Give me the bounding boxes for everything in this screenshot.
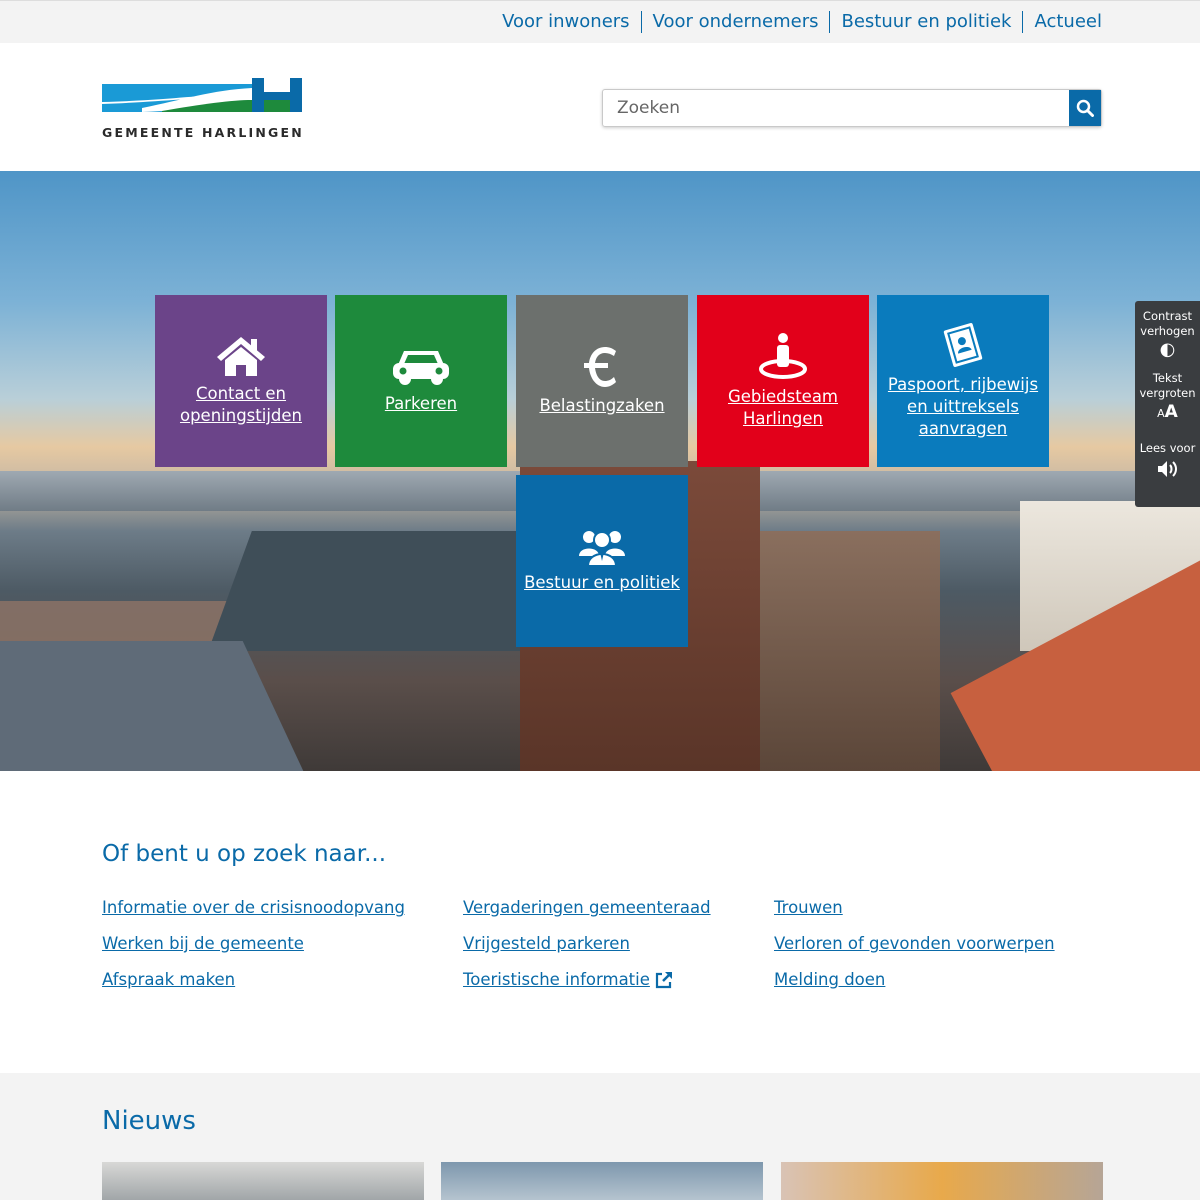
tile-contact-en-openingstijden[interactable]: Contact en openingstijden (155, 295, 327, 467)
home-icon (217, 337, 265, 376)
quick-links-column: Vergaderingen gemeenteraad Vrijgesteld p… (463, 897, 711, 1005)
news-section: Nieuws (0, 1073, 1200, 1200)
logo-text: GEMEENTE HARLINGEN (102, 125, 304, 140)
tile-belastingzaken[interactable]: Belastingzaken (516, 295, 688, 467)
tile-label: Parkeren (384, 394, 458, 413)
search-input[interactable] (603, 90, 1069, 126)
link-vrijgesteld-parkeren[interactable]: Vrijgesteld parkeren (463, 933, 711, 955)
tile-label: Bestuur en politiek (524, 573, 680, 592)
tile-label: Gebiedsteam Harlingen (727, 387, 839, 428)
hero-banner: Contact en openingstijden Parkeren Belas… (0, 171, 1200, 771)
news-card-image[interactable] (102, 1162, 424, 1200)
site-header: GEMEENTE HARLINGEN (0, 43, 1200, 171)
top-navigation: Voor inwoners Voor ondernemers Bestuur e… (491, 11, 1102, 33)
top-bar: Voor inwoners Voor ondernemers Bestuur e… (0, 0, 1200, 43)
news-title: Nieuws (102, 1106, 196, 1136)
link-toeristische-informatie-label: Toeristische informatie (463, 970, 650, 989)
person-location-icon (759, 333, 807, 379)
nav-voor-inwoners[interactable]: Voor inwoners (491, 11, 640, 33)
link-werken-bij-de-gemeente[interactable]: Werken bij de gemeente (102, 933, 405, 955)
accessibility-panel: Contrast verhogen ◐ Tekst vergroten AA L… (1135, 301, 1200, 507)
news-card-image[interactable] (781, 1162, 1103, 1200)
news-card-image[interactable] (441, 1162, 763, 1200)
euro-icon (584, 347, 616, 387)
quick-links-column: Trouwen Verloren of gevonden voorwerpen … (774, 897, 1055, 1005)
hero-photo-roof (0, 641, 318, 771)
link-verloren-of-gevonden-voorwerpen[interactable]: Verloren of gevonden voorwerpen (774, 933, 1055, 955)
contrast-icon: ◐ (1159, 339, 1176, 360)
link-melding-doen[interactable]: Melding doen (774, 969, 1055, 991)
nav-bestuur-en-politiek[interactable]: Bestuur en politiek (829, 11, 1022, 33)
contrast-label: Contrast verhogen (1140, 309, 1195, 338)
tile-label: Paspoort, rijbewijs en uittreksels aanvr… (887, 375, 1039, 438)
speaker-icon (1135, 456, 1200, 484)
link-toeristische-informatie[interactable]: Toeristische informatie (463, 969, 711, 991)
text-size-icon: AA (1157, 402, 1178, 422)
search-button[interactable] (1069, 90, 1101, 126)
quick-links-column: Informatie over de crisisnoodopvang Werk… (102, 897, 405, 1005)
tile-bestuur-en-politiek[interactable]: Bestuur en politiek (516, 475, 688, 647)
link-trouwen[interactable]: Trouwen (774, 897, 1055, 919)
tile-parkeren[interactable]: Parkeren (335, 295, 507, 467)
quick-links-title: Of bent u op zoek naar... (102, 841, 387, 867)
nav-actueel[interactable]: Actueel (1022, 11, 1102, 33)
read-aloud-button[interactable]: Lees voor (1135, 441, 1200, 484)
tile-label: Contact en openingstijden (179, 384, 302, 425)
text-size-toggle[interactable]: Tekst vergroten AA (1135, 371, 1200, 425)
link-afspraak-maken[interactable]: Afspraak maken (102, 969, 405, 991)
logo-graphic (102, 78, 302, 112)
people-icon (579, 531, 625, 566)
search-icon (1076, 99, 1094, 117)
tile-gebiedsteam-harlingen[interactable]: Gebiedsteam Harlingen (697, 295, 869, 467)
passport-icon (943, 323, 983, 367)
read-aloud-label: Lees voor (1139, 441, 1196, 455)
hero-photo-building (760, 531, 940, 771)
tile-label: Belastingzaken (539, 396, 665, 415)
link-crisisnoodopvang[interactable]: Informatie over de crisisnoodopvang (102, 897, 405, 919)
link-vergaderingen-gemeenteraad[interactable]: Vergaderingen gemeenteraad (463, 897, 711, 919)
text-size-label: Tekst vergroten (1139, 371, 1196, 400)
external-link-icon (655, 972, 672, 989)
contrast-toggle[interactable]: Contrast verhogen ◐ (1135, 309, 1200, 361)
search-box (602, 89, 1102, 127)
nav-voor-ondernemers[interactable]: Voor ondernemers (640, 11, 830, 33)
quick-links-section: Of bent u op zoek naar... Informatie ove… (0, 771, 1200, 1073)
gemeente-harlingen-logo[interactable]: GEMEENTE HARLINGEN (102, 78, 304, 140)
tile-paspoort-rijbewijs[interactable]: Paspoort, rijbewijs en uittreksels aanvr… (877, 295, 1049, 467)
car-icon (393, 351, 449, 385)
